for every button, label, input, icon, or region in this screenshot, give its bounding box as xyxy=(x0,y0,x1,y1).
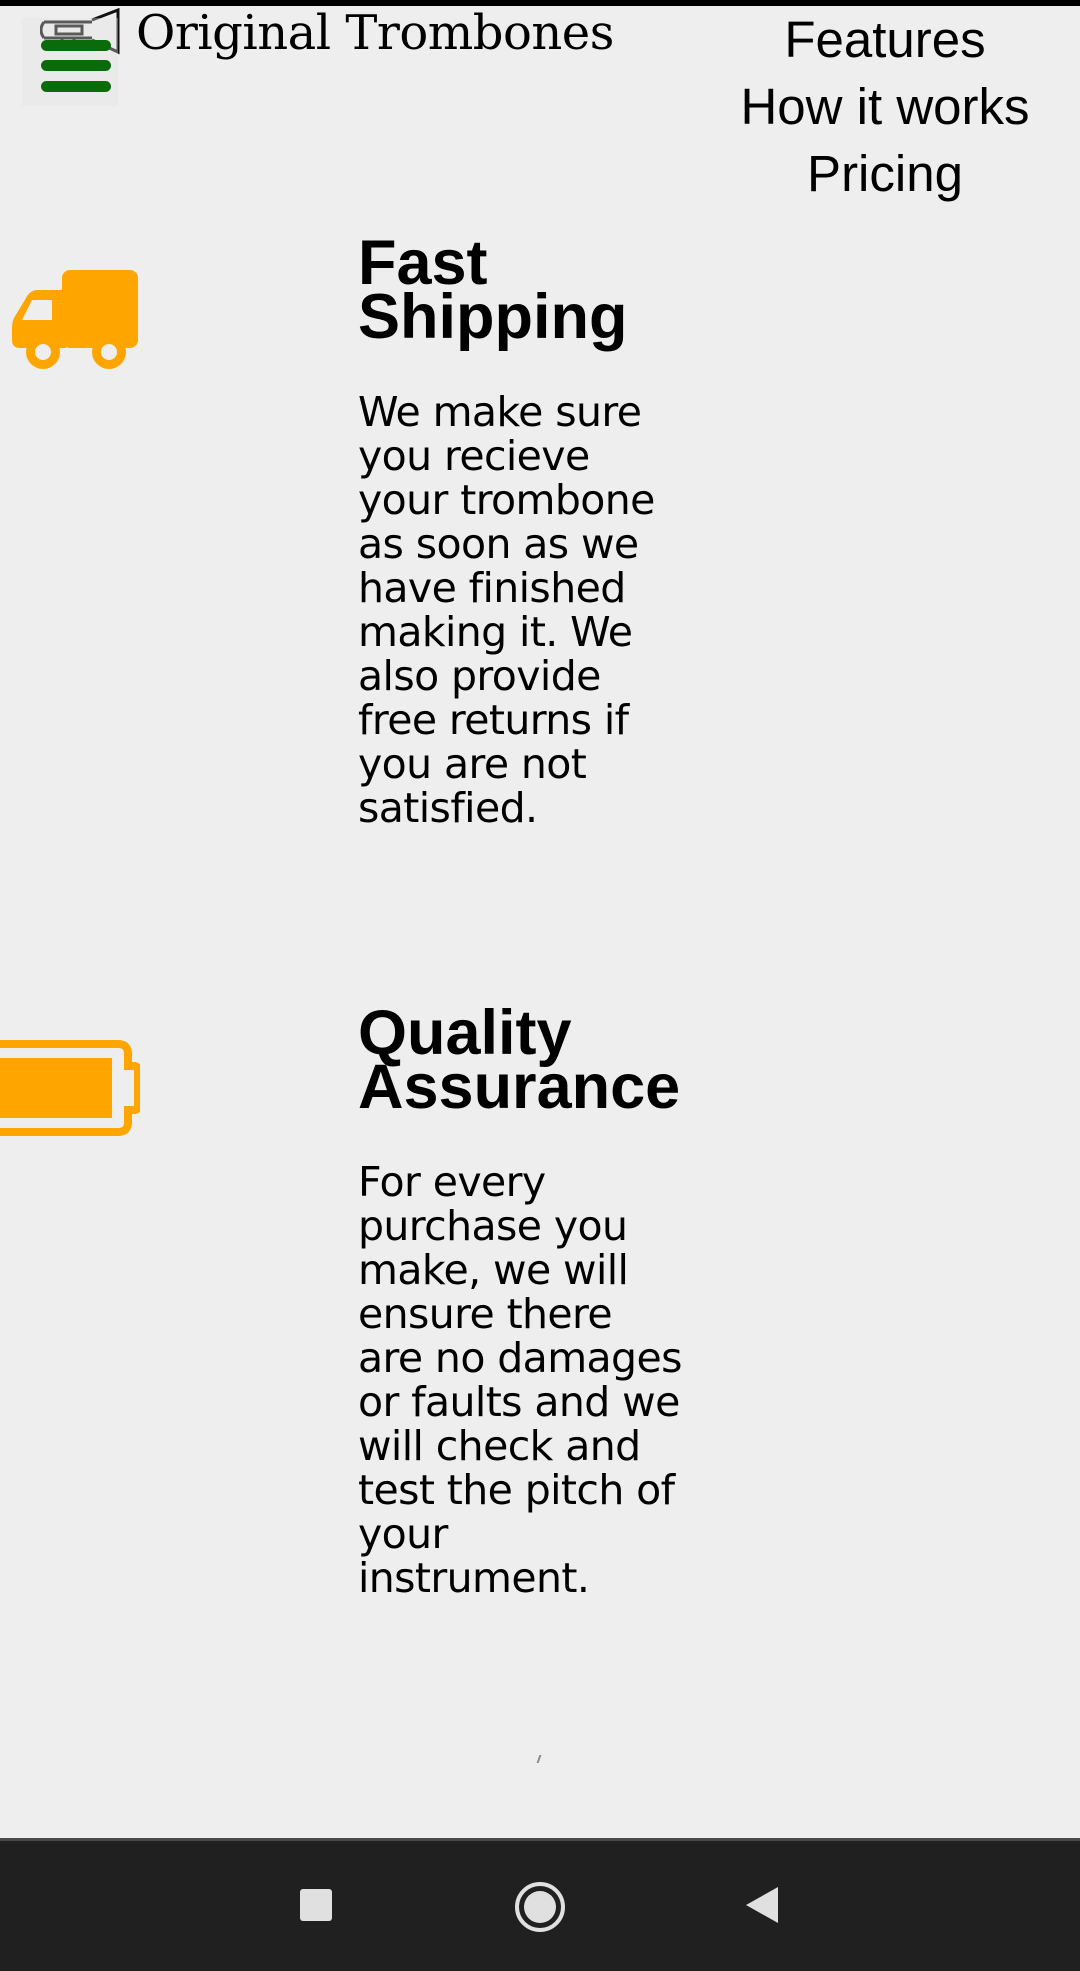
feature-title-quality-assurance: Quality Assurance xyxy=(358,998,681,1122)
battery-full-icon xyxy=(0,1040,140,1136)
home-circle-icon[interactable] xyxy=(512,1879,568,1935)
nav-link-how-it-works[interactable]: How it works xyxy=(720,73,1050,140)
hamburger-menu-button[interactable] xyxy=(22,18,118,106)
nav-link-pricing[interactable]: Pricing xyxy=(720,140,1050,207)
recents-square-icon[interactable] xyxy=(296,1885,336,1925)
nav-link-features[interactable]: Features xyxy=(720,6,1050,73)
back-triangle-icon[interactable] xyxy=(742,1883,782,1927)
menu-bar-bottom xyxy=(41,81,111,92)
feature-text-quality-assurance: For every purchase you make, we will ens… xyxy=(358,1158,682,1602)
main-nav: Features How it works Pricing xyxy=(720,6,1050,207)
feature-title-fast-shipping: Fast Shipping xyxy=(358,228,628,352)
feature-text-fast-shipping: We make sure you recieve your trombone a… xyxy=(358,388,655,832)
menu-bar-middle xyxy=(41,60,111,71)
stray-mark xyxy=(536,1755,545,1763)
site-brand-title[interactable]: Original Trombones xyxy=(136,2,614,64)
truck-icon xyxy=(12,270,138,369)
system-navigation-bar xyxy=(0,1838,1080,1971)
hamburger-menu-icon xyxy=(41,40,111,51)
